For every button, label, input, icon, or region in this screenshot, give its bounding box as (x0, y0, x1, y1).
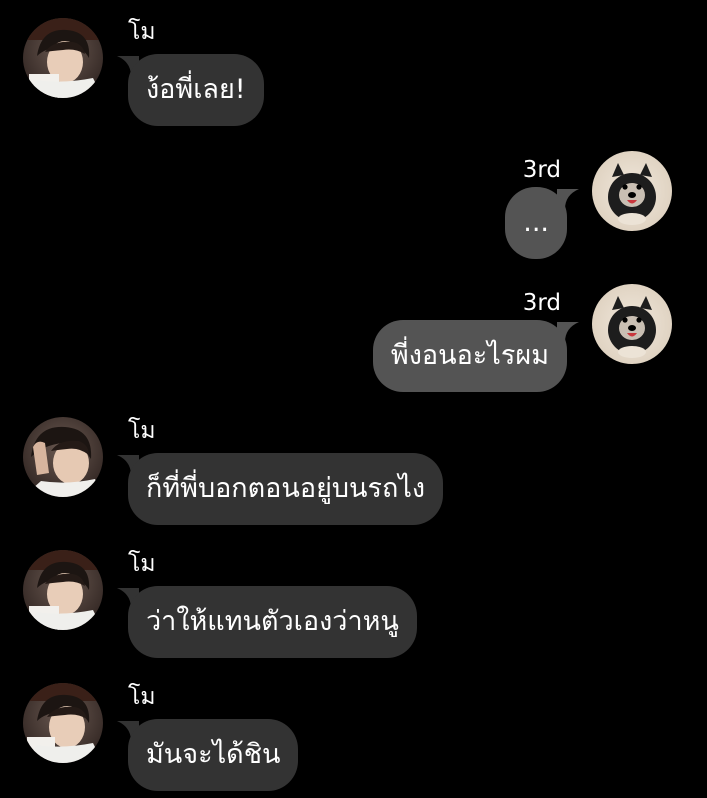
message-bubble[interactable]: ว่าให้แทนตัวเองว่าหนู (128, 586, 417, 658)
sender-name: โม (128, 684, 156, 710)
message-bubble[interactable]: มันจะได้ชิน (128, 719, 299, 791)
puppy-avatar-image (592, 151, 672, 231)
message-outgoing: 3rd ... (0, 151, 707, 261)
message-bubble[interactable]: ง้อพี่เลย! (128, 54, 264, 126)
message-bubble[interactable]: ... (505, 187, 567, 259)
sender-name: โม (128, 551, 156, 577)
boy-avatar[interactable] (23, 417, 103, 497)
message-incoming: โม ง้อพี่เลย! (0, 18, 707, 128)
sender-name: 3rd (522, 290, 561, 316)
boy-avatar-image (23, 550, 103, 630)
boy-avatar[interactable] (23, 18, 103, 98)
boy-avatar[interactable] (23, 683, 103, 763)
message-incoming: โม ก็ที่พี่บอกตอนอยู่บนรถไง (0, 417, 707, 527)
puppy-avatar[interactable] (592, 151, 672, 231)
boy-avatar-image (23, 417, 103, 497)
puppy-avatar[interactable] (592, 284, 672, 364)
sender-name: โม (128, 19, 156, 45)
sender-name: โม (128, 418, 156, 444)
boy-avatar-image (23, 683, 103, 763)
message-incoming: โม มันจะได้ชิน (0, 683, 707, 793)
message-incoming: โม ว่าให้แทนตัวเองว่าหนู (0, 550, 707, 660)
boy-avatar[interactable] (23, 550, 103, 630)
message-outgoing: 3rd พี่งอนอะไรผม (0, 284, 707, 394)
message-bubble[interactable]: พี่งอนอะไรผม (372, 320, 567, 392)
sender-name: 3rd (522, 157, 561, 183)
puppy-avatar-image (592, 284, 672, 364)
message-bubble[interactable]: ก็ที่พี่บอกตอนอยู่บนรถไง (128, 453, 444, 525)
boy-avatar-image (23, 18, 103, 98)
